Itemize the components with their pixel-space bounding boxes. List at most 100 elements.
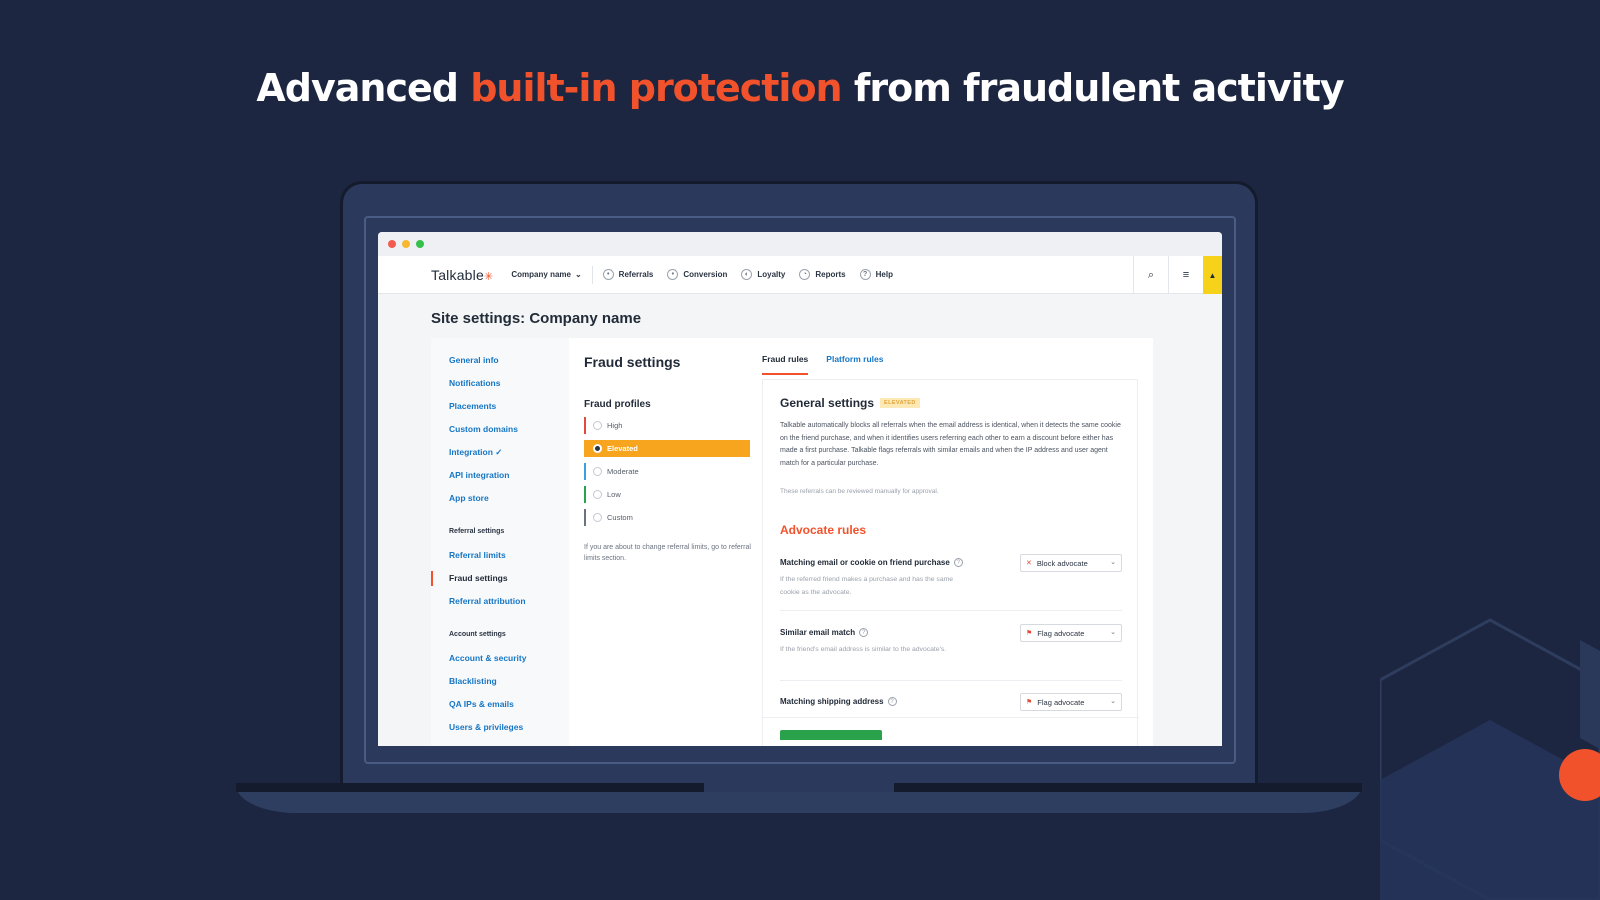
profile-low[interactable]: Low [584,486,750,503]
browser-window: Talkable✳ Company name ⌄ • Referrals • Conv… [378,232,1222,746]
radio-button-selected[interactable] [593,444,602,453]
sidebar-item-app-store[interactable]: App store [449,493,489,503]
settings-card: General info Notifications Placements Cu… [431,338,1153,746]
help-circle-icon[interactable]: ? [953,558,963,567]
rule-label-text: Matching shipping address [780,697,884,706]
main-nav: • Referrals • Conversion ◐ Loyalty ◔ Reports… [602,269,893,280]
profile-color-bar [584,463,586,480]
app-header: Talkable✳ Company name ⌄ • Referrals • Conv… [378,256,1222,294]
rule-action-select[interactable]: ⚑ Flag advocate ⌄ [1020,693,1122,711]
profile-label: Low [607,490,621,499]
profile-label: Custom [607,513,633,522]
loyalty-icon: ◐ [741,269,753,280]
help-circle-icon[interactable]: ? [859,628,869,637]
nav-referrals-label: Referrals [618,270,654,279]
headline-part1: Advanced [256,66,471,110]
radio-button[interactable] [593,467,602,476]
sidebar-item-referral-limits[interactable]: Referral limits [449,550,506,560]
block-x-icon: ✕ [1026,560,1032,567]
sidebar-item-referral-attribution[interactable]: Referral attribution [449,596,526,606]
laptop-notch [704,783,894,792]
sidebar-item-users-privileges[interactable]: Users & privileges [449,722,523,732]
sidebar-item-blacklisting[interactable]: Blacklisting [449,676,497,686]
rule-label-text: Similar email match [780,628,856,637]
save-button[interactable] [780,730,882,740]
chevron-down-icon: ⌄ [1110,698,1116,705]
status-badge: ELEVATED [880,398,920,408]
fraud-settings-title: Fraud settings [584,354,681,370]
nav-referrals[interactable]: • Referrals [602,269,654,280]
chevron-down-icon: ⌄ [1110,559,1116,566]
rule-label-similar-email: Similar email match? [780,628,869,637]
sidebar-heading-account: Account settings [449,631,506,638]
conversion-icon: • [667,269,679,280]
profile-high[interactable]: High [584,417,750,434]
rule-description: If the friend's email address is similar… [780,646,947,653]
rules-panel: General settings ELEVATED Talkable automa… [762,379,1139,746]
general-settings-note: These referrals can be reviewed manually… [780,488,939,495]
profile-color-bar [584,509,586,526]
profile-label: High [607,421,623,430]
sidebar-item-placements[interactable]: Placements [449,401,496,411]
nav-reports-label: Reports [815,270,846,279]
sidebar-item-account-security[interactable]: Account & security [449,653,526,663]
menu-icon[interactable]: ≡ [1169,256,1203,294]
tab-platform-rules[interactable]: Platform rules [826,354,883,375]
nav-reports[interactable]: ◔ Reports [799,269,846,280]
profile-color-bar [584,486,586,503]
hexagon-decoration [1380,618,1600,900]
logo-text: Talkable [431,266,484,283]
profile-elevated[interactable]: Elevated [584,440,750,457]
settings-sidebar: General info Notifications Placements Cu… [431,338,569,746]
company-dropdown[interactable]: Company name ⌄ [511,270,581,279]
referrals-icon: • [602,269,614,280]
radio-button[interactable] [593,513,602,522]
rule-action-label: Flag advocate [1037,628,1085,638]
tab-fraud-rules[interactable]: Fraud rules [762,354,809,375]
rule-label-text: Matching email or cookie on friend purch… [780,558,950,567]
fraud-profiles-title: Fraud profiles [584,399,651,410]
radio-button[interactable] [593,421,602,430]
general-settings-label: General settings [780,396,875,410]
sidebar-item-qa-ips[interactable]: QA IPs & emails [449,699,514,709]
rule-action-select[interactable]: ⚑ Flag advocate ⌄ [1020,624,1122,642]
maximize-window-dot[interactable] [416,240,424,248]
sidebar-item-api-integration[interactable]: API integration [449,470,509,480]
radio-button[interactable] [593,490,602,499]
nav-conversion[interactable]: • Conversion [667,269,727,280]
rule-divider [780,610,1122,611]
headline-part2: from fraudulent activity [841,66,1345,110]
sidebar-item-integration[interactable]: Integration ✓ [449,447,502,458]
company-dropdown-label: Company name [511,270,571,279]
profile-moderate[interactable]: Moderate [584,463,750,480]
rule-description: If the referred friend makes a purchase … [780,576,954,596]
sidebar-item-general-info[interactable]: General info [449,355,499,365]
rule-label-matching-email: Matching email or cookie on friend purch… [780,558,963,567]
chevron-down-icon: ⌄ [1110,629,1116,636]
profile-custom[interactable]: Custom [584,509,750,526]
headline-accent: built-in protection [470,66,842,110]
lock-icon[interactable]: ▲ [1203,256,1222,294]
nav-divider [591,265,593,284]
profile-label: Moderate [607,467,639,476]
profile-color-bar [584,440,586,457]
help-circle-icon[interactable]: ? [887,697,897,706]
rule-action-label: Flag advocate [1037,697,1085,707]
flag-icon: ⚑ [1026,699,1033,706]
close-window-dot[interactable] [388,240,396,248]
flag-icon: ⚑ [1026,630,1033,637]
general-settings-description: Talkable automatically blocks all referr… [780,422,1121,467]
nav-help[interactable]: ? Help [859,269,893,280]
rule-action-select[interactable]: ✕ Block advocate ⌄ [1020,554,1122,572]
nav-loyalty[interactable]: ◐ Loyalty [741,269,785,280]
sidebar-item-notifications[interactable]: Notifications [449,378,500,388]
page-title: Site settings: Company name [431,310,642,327]
talkable-logo[interactable]: Talkable✳ [431,267,493,283]
profile-label: Elevated [607,444,638,453]
chevron-down-icon: ⌄ [574,270,582,279]
sidebar-item-custom-domains[interactable]: Custom domains [449,424,518,434]
search-icon[interactable]: ⌕ [1134,256,1168,294]
sidebar-item-fraud-settings[interactable]: Fraud settings [449,573,508,583]
general-settings-title: General settings ELEVATED [780,396,920,410]
minimize-window-dot[interactable] [402,240,410,248]
